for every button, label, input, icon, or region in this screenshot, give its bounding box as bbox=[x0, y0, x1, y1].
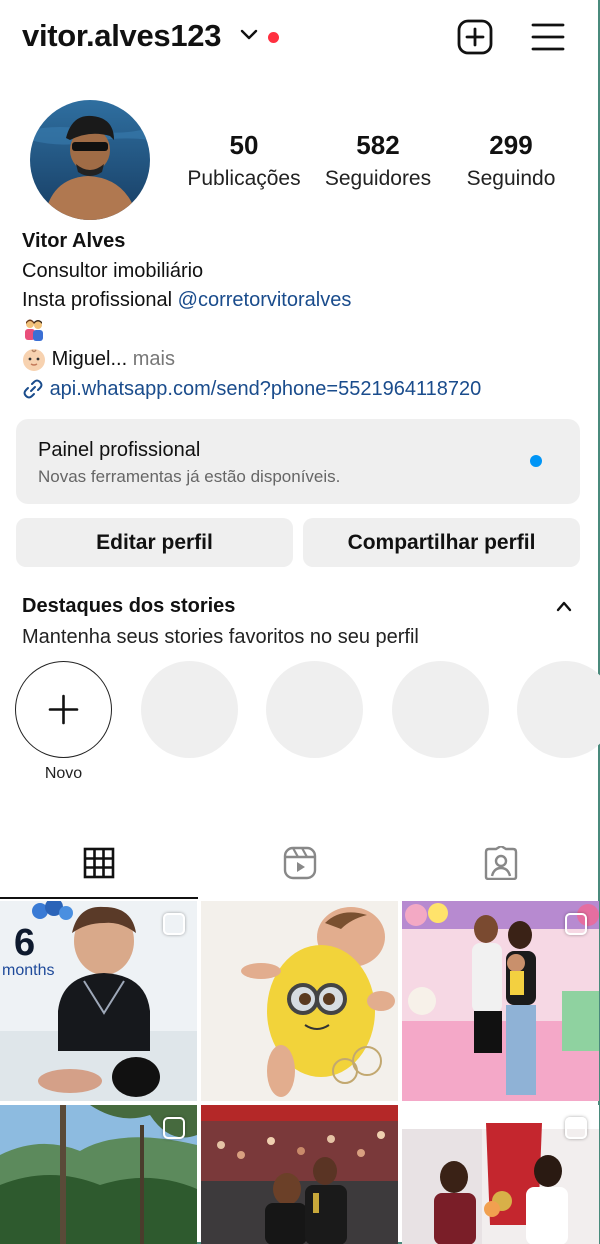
followers-label: Seguidores bbox=[324, 167, 432, 190]
posts-label: Publicações bbox=[187, 167, 301, 190]
highlight-placeholder bbox=[266, 661, 363, 758]
notification-dot bbox=[268, 32, 279, 43]
display-name: Vitor Alves bbox=[22, 230, 126, 252]
stat-followers[interactable]: 582 Seguidores bbox=[320, 130, 436, 191]
bio-more-link[interactable]: mais bbox=[127, 348, 175, 370]
tagged-icon[interactable] bbox=[484, 846, 518, 880]
post-thumbnail[interactable]: 6 months bbox=[0, 901, 197, 1101]
post-thumbnail[interactable] bbox=[402, 901, 599, 1101]
profile-tabs bbox=[0, 840, 600, 900]
multi-select-icon bbox=[163, 1117, 185, 1139]
add-post-icon[interactable] bbox=[457, 19, 493, 55]
following-count: 299 bbox=[489, 130, 533, 160]
top-bar: vitor.alves123 bbox=[0, 0, 600, 76]
highlight-placeholder bbox=[392, 661, 489, 758]
chevron-up-icon[interactable] bbox=[556, 600, 572, 612]
post-caption-word: months bbox=[2, 962, 54, 979]
bio-category: Consultor imobiliário bbox=[22, 259, 204, 282]
posts-count: 50 bbox=[229, 130, 259, 160]
stat-following[interactable]: 299 Seguindo bbox=[460, 130, 562, 191]
new-highlight-label: Novo bbox=[44, 765, 83, 782]
dashboard-title: Painel profissional bbox=[38, 439, 201, 461]
username-switcher[interactable]: vitor.alves123 bbox=[22, 18, 221, 54]
bio-website-row[interactable]: api.whatsapp.com/send?phone=552196411872… bbox=[22, 375, 582, 405]
menu-icon[interactable] bbox=[531, 21, 565, 53]
chevron-down-icon[interactable] bbox=[240, 28, 258, 42]
family-emoji-icon bbox=[25, 319, 43, 342]
edit-profile-button[interactable]: Editar perfil bbox=[16, 518, 293, 567]
share-profile-button[interactable]: Compartilhar perfil bbox=[303, 518, 580, 567]
stat-posts[interactable]: 50 Publicações bbox=[182, 130, 306, 191]
link-icon bbox=[23, 379, 43, 399]
profile-avatar[interactable] bbox=[30, 100, 150, 220]
posts-grid: 6 months bbox=[0, 901, 600, 1244]
bio-prefix: Insta profissional bbox=[22, 289, 178, 311]
bio-emoji-line bbox=[22, 316, 582, 346]
multi-select-icon bbox=[163, 913, 185, 935]
bio-handle-link[interactable]: @corretorvitoralves bbox=[178, 289, 352, 311]
followers-count: 582 bbox=[356, 130, 400, 160]
grid-icon[interactable] bbox=[83, 847, 115, 879]
active-tab-indicator bbox=[0, 897, 198, 899]
bio-truncated-text: Miguel... bbox=[51, 348, 128, 370]
highlights-title: Destaques dos stories bbox=[22, 595, 236, 617]
post-caption-number: 6 bbox=[14, 922, 35, 964]
bio-website-link[interactable]: api.whatsapp.com/send?phone=552196411872… bbox=[50, 378, 482, 400]
post-thumbnail[interactable] bbox=[201, 1105, 398, 1244]
post-thumbnail[interactable] bbox=[402, 1105, 599, 1244]
dashboard-unread-dot bbox=[530, 455, 542, 467]
bio-line-instagram: Insta profissional @corretorvitoralves bbox=[22, 286, 582, 316]
bio-line-baby[interactable]: Miguel... mais bbox=[22, 345, 582, 375]
plus-icon bbox=[48, 694, 78, 724]
highlight-placeholder bbox=[141, 661, 238, 758]
post-thumbnail[interactable] bbox=[0, 1105, 197, 1244]
multi-select-icon bbox=[565, 913, 587, 935]
professional-dashboard-card[interactable]: Painel profissional Novas ferramentas já… bbox=[16, 419, 580, 504]
multi-select-icon bbox=[565, 1117, 587, 1139]
dashboard-subtitle: Novas ferramentas já estão disponíveis. bbox=[38, 467, 341, 486]
following-label: Seguindo bbox=[466, 167, 556, 190]
baby-emoji-icon bbox=[23, 348, 45, 371]
reels-icon[interactable] bbox=[283, 846, 317, 880]
new-highlight-button[interactable] bbox=[15, 661, 112, 758]
profile-bio: Vitor Alves Consultor imobiliário Insta … bbox=[22, 227, 582, 404]
post-thumbnail[interactable] bbox=[201, 901, 398, 1101]
highlights-subtitle: Mantenha seus stories favoritos no seu p… bbox=[22, 626, 419, 648]
